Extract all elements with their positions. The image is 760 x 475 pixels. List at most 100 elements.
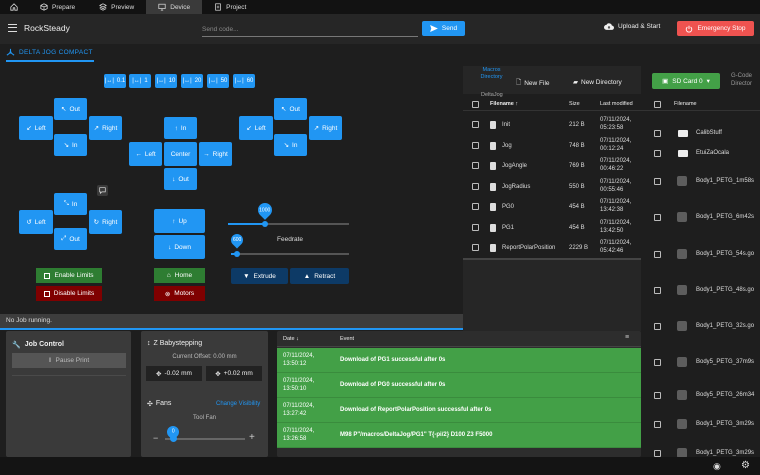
babystep-minus-button[interactable]: ✥ -0.02 mm bbox=[146, 366, 202, 381]
z-down-button[interactable]: ↓ Down bbox=[154, 235, 205, 259]
tab-project[interactable]: Project bbox=[202, 0, 258, 14]
enable-limits-button[interactable]: Enable Limits bbox=[36, 268, 102, 283]
sd-file-row[interactable]: Body1_PETG_1m58s bbox=[641, 173, 760, 191]
code-input[interactable] bbox=[202, 23, 418, 37]
filename-header[interactable]: Filename ↑ bbox=[490, 101, 518, 107]
jog2-in-button[interactable]: ↑ In bbox=[164, 117, 197, 139]
row-checkbox[interactable] bbox=[472, 182, 479, 190]
retract-button[interactable]: ▲ Retract bbox=[290, 268, 349, 284]
log-row[interactable]: 07/11/2024, 13:50:12 Download of PG1 succe… bbox=[277, 348, 641, 373]
sd-file-row[interactable]: CalibStuff bbox=[641, 125, 760, 143]
file-row[interactable]: Jog 748 B 07/11/2024, 00:12:24 bbox=[463, 136, 641, 156]
pause-print-button[interactable]: ‖ Pause Print bbox=[12, 353, 126, 368]
tab-prepare[interactable]: Prepare bbox=[28, 0, 87, 14]
fan-decrease-icon[interactable]: − bbox=[153, 433, 158, 443]
row-checkbox[interactable] bbox=[472, 121, 479, 128]
disable-limits-button[interactable]: Disable Limits bbox=[36, 286, 102, 301]
eye-icon[interactable]: ◉ bbox=[713, 461, 721, 472]
hamburger-menu-icon[interactable] bbox=[8, 24, 17, 32]
log-row[interactable]: 07/11/2024, 13:26:58 M98 P"/macros/DeltaJo… bbox=[277, 423, 641, 448]
step-button-20[interactable]: |↔| 20 bbox=[181, 74, 203, 88]
jog3-right-button[interactable]: ↗ Right bbox=[309, 116, 342, 140]
row-checkbox[interactable] bbox=[654, 323, 661, 330]
sd-file-row[interactable]: EtuiZaOcala bbox=[641, 145, 760, 163]
tab-device[interactable]: Device bbox=[146, 0, 203, 14]
babystep-plus-button[interactable]: ✥ +0.02 mm bbox=[206, 366, 262, 381]
jog-panel-tab[interactable]: DELTA JOG COMPACT bbox=[6, 48, 93, 57]
sd-file-row[interactable]: Body5_PETG_26m34 bbox=[641, 387, 760, 405]
sd-select-all-checkbox[interactable] bbox=[654, 101, 661, 108]
row-checkbox[interactable] bbox=[654, 421, 661, 428]
row-checkbox[interactable] bbox=[654, 178, 661, 185]
upload-start-button[interactable]: Upload & Start bbox=[604, 23, 660, 30]
select-all-checkbox[interactable] bbox=[472, 101, 479, 108]
row-checkbox[interactable] bbox=[654, 392, 661, 399]
jog3-out-button[interactable]: ↖ Out bbox=[274, 98, 307, 120]
jog3-left-button[interactable]: ↙ Left bbox=[239, 116, 273, 140]
change-visibility-link[interactable]: Change Visibility bbox=[216, 401, 260, 407]
row-checkbox[interactable] bbox=[654, 251, 661, 258]
row-checkbox[interactable] bbox=[472, 244, 479, 251]
jog1-in-button[interactable]: ↘ In bbox=[54, 134, 87, 156]
fan-increase-icon[interactable]: + bbox=[249, 432, 255, 443]
date-header[interactable]: Date ↓ bbox=[283, 336, 299, 342]
row-checkbox[interactable] bbox=[654, 130, 661, 137]
jog2-left-button[interactable]: ← Left bbox=[129, 142, 162, 166]
row-checkbox[interactable] bbox=[654, 450, 661, 457]
file-row[interactable]: ReportPolarPosition 2229 B 07/11/2024, 05:4… bbox=[463, 238, 641, 258]
row-checkbox[interactable] bbox=[654, 150, 661, 157]
new-directory-button[interactable]: ▰ New Directory bbox=[573, 78, 622, 87]
jog4-in-button[interactable]: ⤡ In bbox=[54, 193, 87, 215]
jog2-center-button[interactable]: Center bbox=[164, 142, 197, 166]
jog3-in-button[interactable]: ↘ In bbox=[274, 134, 307, 156]
log-menu-icon[interactable]: ≡ bbox=[625, 334, 629, 341]
jog4-right-button[interactable]: ↻ Right bbox=[89, 210, 122, 234]
row-checkbox[interactable] bbox=[654, 214, 661, 221]
step-button-1[interactable]: |↔| 1 bbox=[129, 74, 151, 88]
row-checkbox[interactable] bbox=[654, 359, 661, 366]
sd-filename-header[interactable]: Filename bbox=[674, 101, 697, 107]
sd-file-row[interactable]: Body1_PETG_48s.go bbox=[641, 282, 760, 300]
jog4-out-button[interactable]: ⤢ Out bbox=[54, 228, 87, 250]
file-row[interactable]: JogRadius 550 B 07/11/2024, 00:55:46 bbox=[463, 177, 641, 197]
row-checkbox[interactable] bbox=[472, 141, 479, 149]
jog2-out-button[interactable]: ↓ Out bbox=[164, 168, 197, 190]
comment-icon[interactable] bbox=[97, 185, 108, 196]
jog1-left-button[interactable]: ↙ Left bbox=[19, 116, 53, 140]
motors-button[interactable]: ⊗ Motors bbox=[154, 286, 205, 301]
file-row[interactable]: PG0 454 B 07/11/2024, 13:42:38 bbox=[463, 197, 641, 217]
sd-card-select[interactable]: ▣ SD Card 0 ▾ bbox=[652, 73, 720, 89]
extrude-button[interactable]: ▼ Extrude bbox=[231, 268, 288, 284]
modified-header[interactable]: Last modified bbox=[600, 101, 633, 107]
sd-file-row[interactable]: Body1_PETG_54s.go bbox=[641, 246, 760, 264]
jog4-left-button[interactable]: ↺ Left bbox=[19, 210, 53, 234]
step-button-0.1[interactable]: |↔| 0.1 bbox=[104, 74, 126, 88]
log-row[interactable]: 07/11/2024, 13:50:10 Download of PG0 succe… bbox=[277, 373, 641, 398]
gcode-directory-tab[interactable]: G-Code Director bbox=[731, 72, 759, 88]
row-checkbox[interactable] bbox=[472, 162, 479, 169]
sd-file-row[interactable]: Body5_PETG_37m9s bbox=[641, 354, 760, 372]
home-button[interactable]: ⌂ Home bbox=[154, 268, 205, 283]
row-checkbox[interactable] bbox=[654, 287, 661, 294]
feedrate-slider-thumb[interactable] bbox=[262, 220, 268, 227]
jog1-out-button[interactable]: ↖ Out bbox=[54, 98, 87, 120]
home-tab[interactable] bbox=[0, 0, 28, 14]
extrude-slider-track[interactable] bbox=[231, 253, 349, 255]
jog2-right-button[interactable]: → Right bbox=[199, 142, 232, 166]
z-up-button[interactable]: ↑ Up bbox=[154, 209, 205, 233]
sd-file-row[interactable]: Body1_PETG_32s.go bbox=[641, 318, 760, 336]
extrude-slider-thumb[interactable] bbox=[234, 250, 240, 257]
step-button-10[interactable]: |↔| 10 bbox=[155, 74, 177, 88]
step-button-50[interactable]: |↔| 50 bbox=[207, 74, 229, 88]
file-row[interactable]: Init 212 B 07/11/2024, 05:23:58 bbox=[463, 115, 641, 135]
sd-file-row[interactable]: Body1_PETG_6m42s bbox=[641, 209, 760, 227]
emergency-stop-button[interactable]: Emergency Stop bbox=[677, 21, 754, 36]
tab-preview[interactable]: Preview bbox=[87, 0, 146, 14]
jog1-right-button[interactable]: ↗ Right bbox=[89, 116, 122, 140]
file-row[interactable]: PG1 454 B 07/11/2024, 13:42:50 bbox=[463, 218, 641, 238]
new-file-button[interactable]: 🗋 New File bbox=[516, 78, 550, 89]
send-button[interactable]: Send bbox=[422, 21, 465, 36]
macros-directory-tab[interactable]: Macros Directory bbox=[473, 67, 510, 81]
step-button-60[interactable]: |↔| 60 bbox=[233, 74, 255, 88]
log-row[interactable]: 07/11/2024, 13:27:42 Download of ReportPol… bbox=[277, 398, 641, 423]
